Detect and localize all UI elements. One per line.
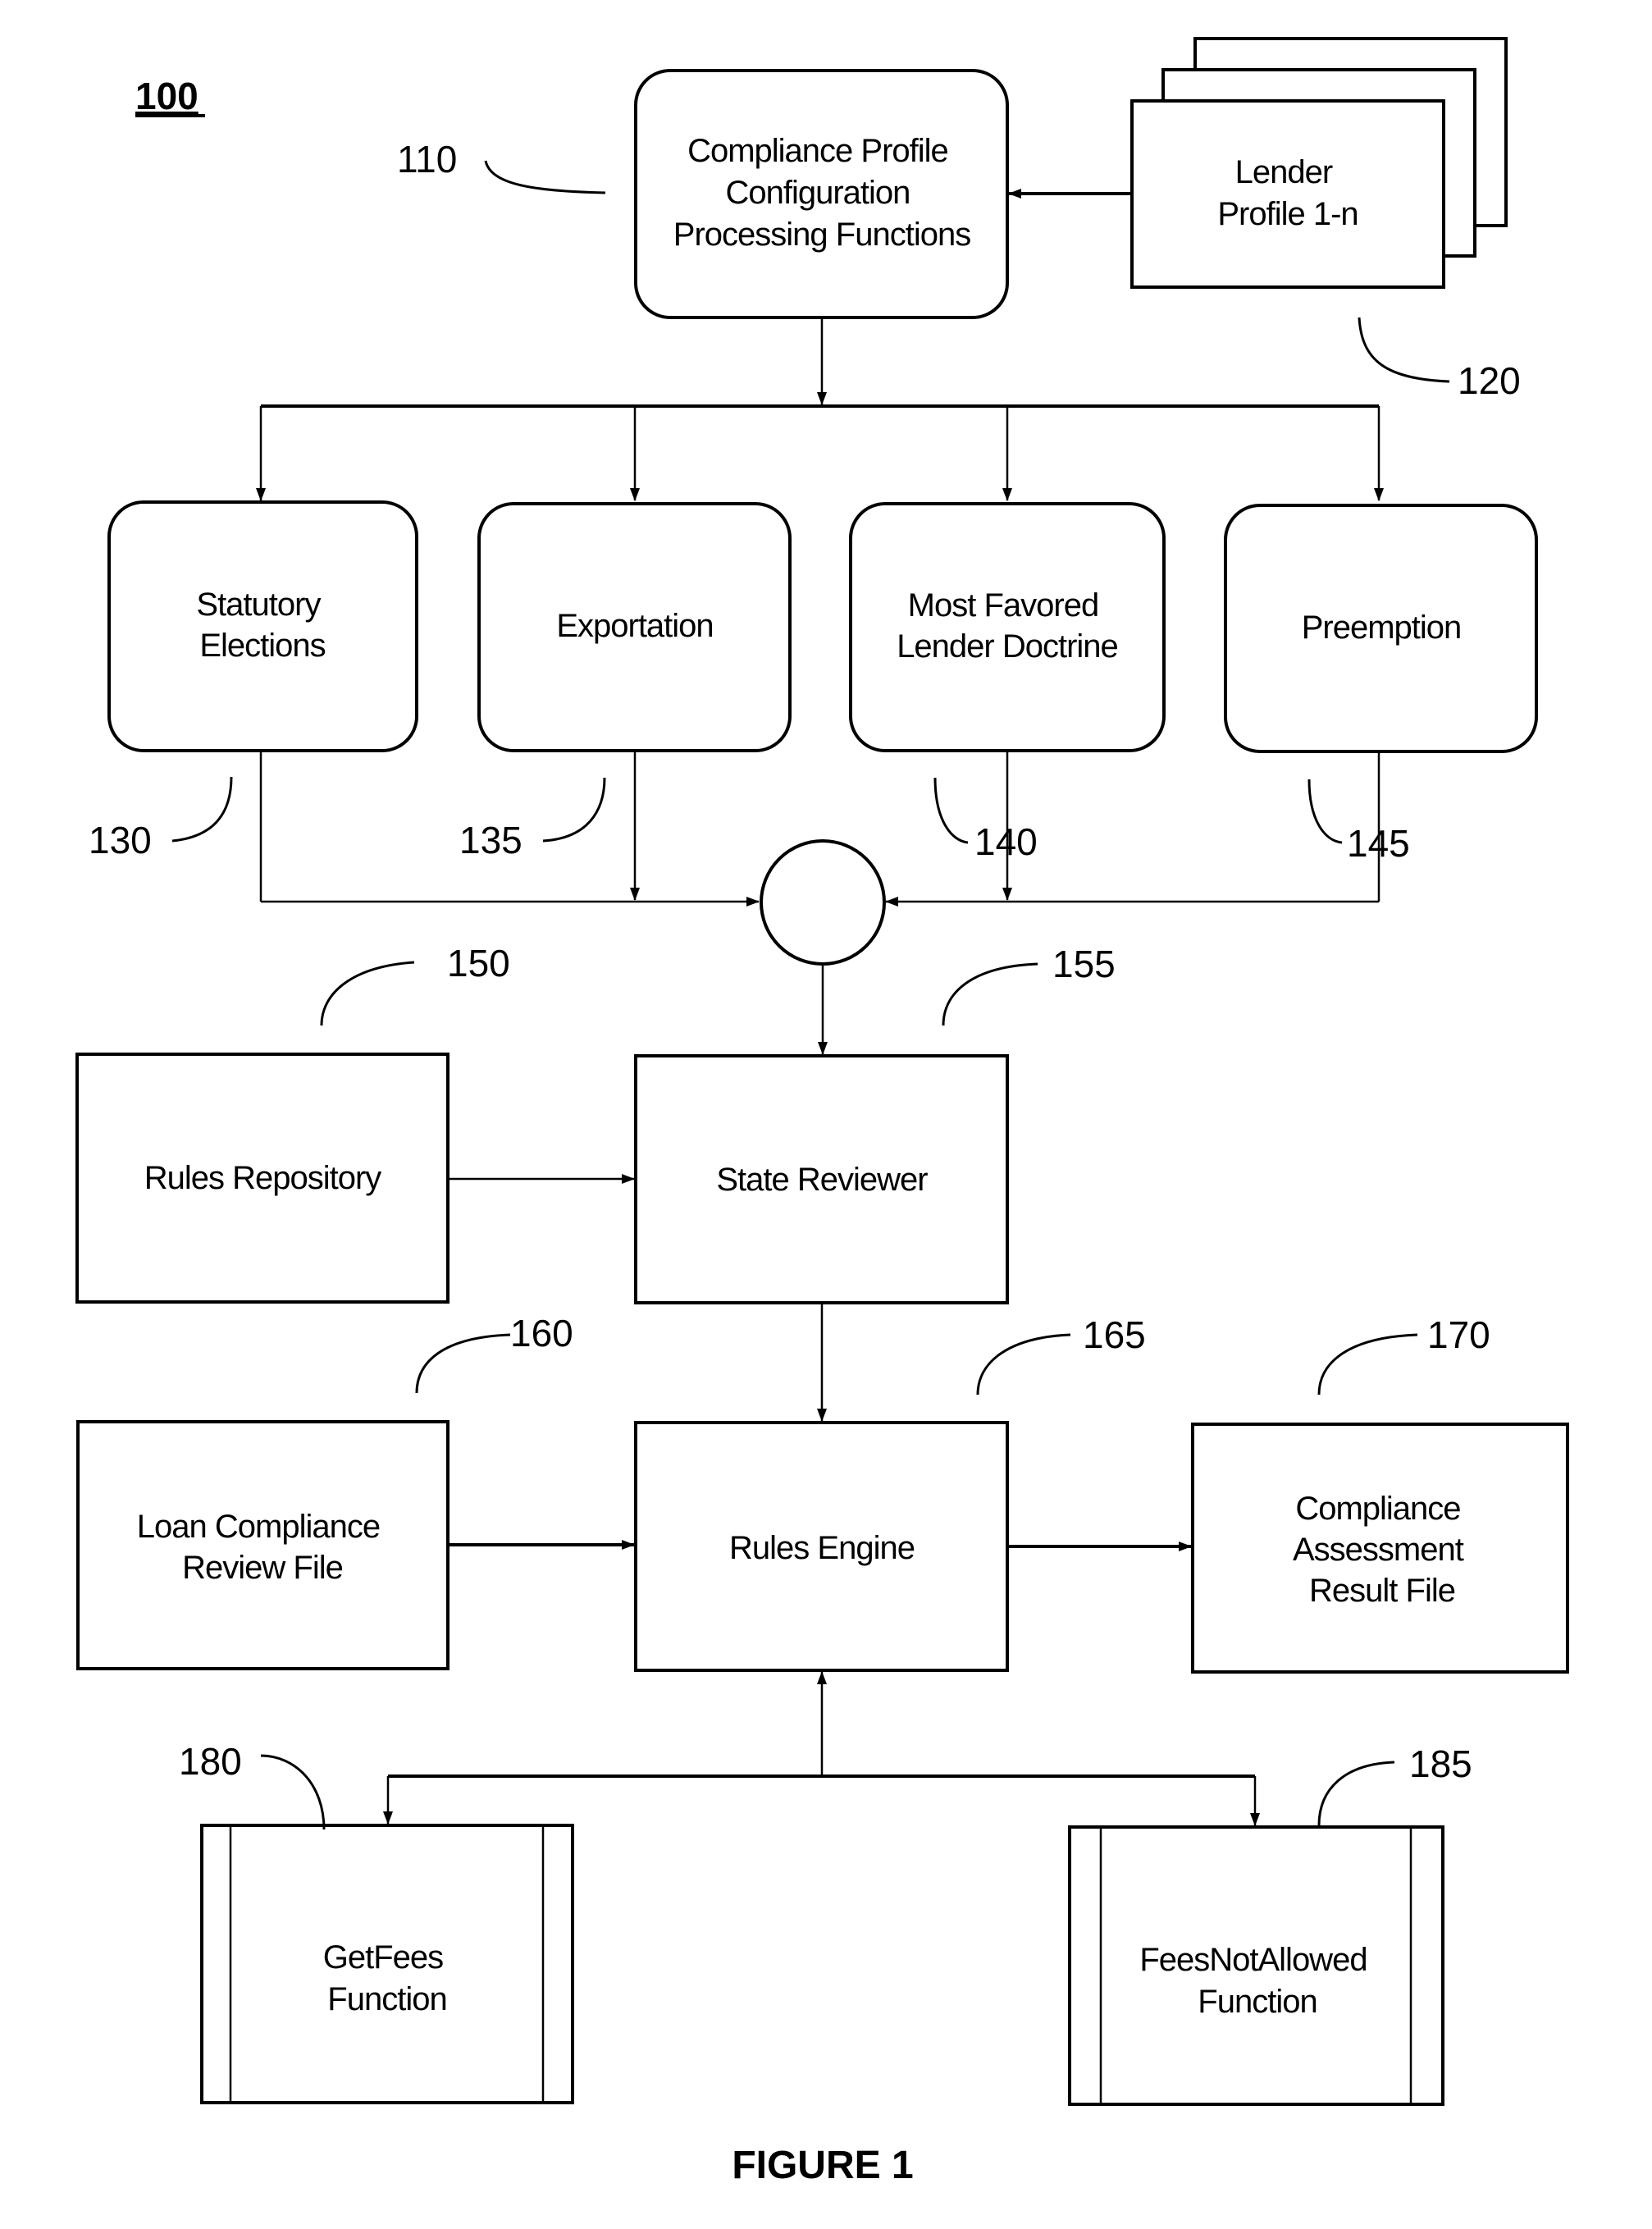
- state-reviewer-label: State Reviewer: [716, 1162, 928, 1198]
- leader-120: [1358, 317, 1450, 383]
- node-preemption[interactable]: Preemption: [1224, 504, 1538, 753]
- leader-140: [933, 777, 969, 844]
- leader-165: [976, 1333, 1071, 1395]
- ref-165: 165: [1083, 1313, 1146, 1356]
- ref-180: 180: [179, 1740, 242, 1783]
- most-favored-box[interactable]: [849, 502, 1166, 752]
- ref-160: 160: [510, 1312, 573, 1354]
- preemption-label: Preemption: [1302, 610, 1462, 646]
- ref-140: 140: [974, 820, 1038, 863]
- ref-130: 130: [89, 819, 152, 861]
- node-compliance-assessment-result[interactable]: Compliance Assessment Result File: [1191, 1423, 1569, 1674]
- leader-130: [171, 776, 233, 843]
- ref-110: 110: [397, 138, 457, 180]
- node-exportation[interactable]: Exportation: [477, 502, 792, 752]
- leader-145: [1307, 779, 1343, 844]
- lender-profile-box[interactable]: [1130, 99, 1445, 289]
- node-most-favored-lender[interactable]: Most Favored Lender Doctrine: [849, 502, 1166, 752]
- node-lender-profile[interactable]: Lender Profile 1-n: [1130, 37, 1508, 289]
- node-loan-compliance-review-file[interactable]: Loan Compliance Review File: [76, 1420, 450, 1670]
- flow-diagram: 100 Compliance Profile Configuration Pro…: [75, 37, 1569, 2187]
- node-state-reviewer[interactable]: State Reviewer: [634, 1054, 1009, 1304]
- node-get-fees-function[interactable]: GetFees Function: [200, 1824, 574, 2104]
- figure-number: 100: [135, 75, 199, 117]
- node-statutory-elections[interactable]: Statutory Elections: [107, 500, 418, 752]
- ref-185: 185: [1409, 1743, 1472, 1785]
- leader-185: [1317, 1761, 1395, 1826]
- assessment-result-label: Compliance Assessment Result File: [1293, 1491, 1472, 1609]
- leader-180: [260, 1754, 326, 1830]
- statutory-elections-box[interactable]: [107, 500, 418, 752]
- node-fees-not-allowed-function[interactable]: FeesNotAllowed Function: [1068, 1825, 1444, 2106]
- node-rules-engine[interactable]: Rules Engine: [634, 1421, 1009, 1672]
- leader-110: [484, 160, 606, 194]
- rules-engine-label: Rules Engine: [729, 1530, 915, 1566]
- leader-135: [542, 777, 606, 843]
- leader-155: [942, 962, 1038, 1026]
- loan-compliance-box[interactable]: [76, 1420, 450, 1670]
- ref-150: 150: [447, 942, 510, 984]
- ref-120: 120: [1458, 359, 1521, 402]
- ref-135: 135: [459, 819, 523, 861]
- leader-160: [415, 1333, 511, 1394]
- figure-caption: FIGURE 1: [732, 2144, 913, 2187]
- rules-repository-label: Rules Repository: [144, 1160, 382, 1196]
- node-compliance-profile[interactable]: Compliance Profile Configuration Process…: [634, 69, 1009, 319]
- leader-170: [1317, 1333, 1418, 1395]
- ref-170: 170: [1427, 1313, 1490, 1356]
- ref-155: 155: [1052, 943, 1116, 985]
- leader-150: [320, 961, 415, 1026]
- merge-junction: [760, 839, 886, 966]
- exportation-label: Exportation: [556, 608, 713, 644]
- node-rules-repository[interactable]: Rules Repository: [75, 1053, 450, 1304]
